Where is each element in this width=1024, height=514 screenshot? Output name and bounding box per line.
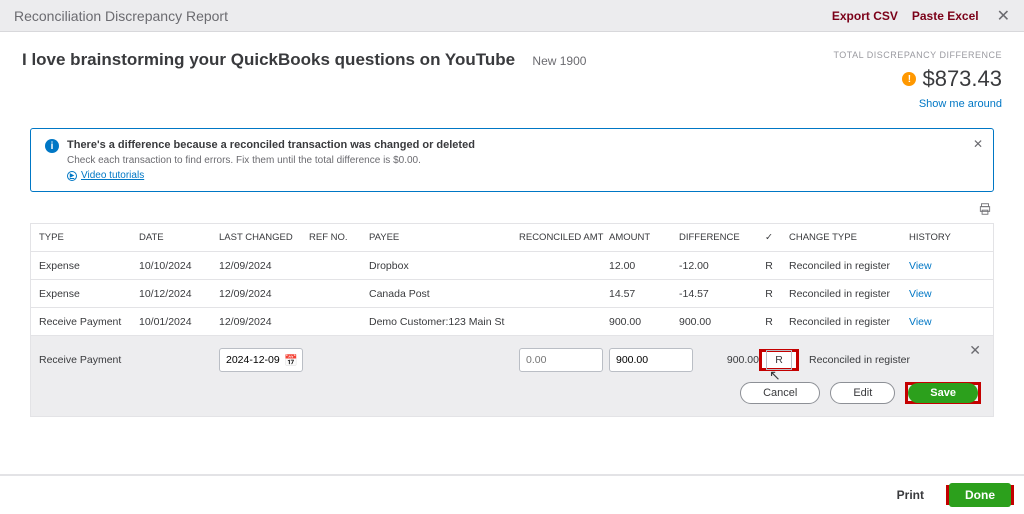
edit-diff: 900.00 [699,354,759,366]
print-icon[interactable] [978,202,992,219]
cancel-button[interactable]: Cancel [740,382,820,404]
edit-change-type: Reconciled in register [809,354,929,366]
done-button[interactable]: Done [949,483,1011,507]
play-icon: ▶ [67,171,77,181]
inline-close-icon[interactable]: ✕ [969,342,981,359]
export-csv-link[interactable]: Export CSV [832,9,898,23]
edit-button[interactable]: Edit [830,382,895,404]
header-total: TOTAL DISCREPANCY DIFFERENCE ! $873.43 S… [833,50,1002,110]
total-caption: TOTAL DISCREPANCY DIFFERENCE [833,50,1002,60]
col-payee: PAYEE [369,232,519,243]
table-toolbar [0,202,1024,223]
total-amount: $873.43 [922,66,1002,92]
topbar: Reconciliation Discrepancy Report Export… [0,0,1024,32]
col-ref: REF NO. [309,232,369,243]
col-last: LAST CHANGED [219,232,309,243]
col-date: DATE [139,232,219,243]
headline: I love brainstorming your QuickBooks que… [22,50,515,69]
date-input[interactable]: 📅 [219,348,303,372]
header: I love brainstorming your QuickBooks que… [0,32,1024,110]
col-ctype: CHANGE TYPE [789,232,909,243]
amount-input[interactable] [609,348,693,372]
cursor-icon: ↖ [769,367,781,384]
info-icon: i [45,139,59,153]
alert-title: There's a difference because a reconcile… [67,139,475,151]
headline-sub: New 1900 [532,54,586,68]
col-amt: AMOUNT [609,232,679,243]
table-row[interactable]: Receive Payment 10/01/2024 12/09/2024 De… [31,308,993,336]
view-link[interactable]: View [909,260,932,272]
col-type: TYPE [39,232,139,243]
col-hist: HISTORY [909,232,959,243]
date-field[interactable] [226,354,284,366]
table-row[interactable]: Expense 10/10/2024 12/09/2024 Dropbox 12… [31,252,993,280]
paste-excel-link[interactable]: Paste Excel [912,9,979,23]
table-row[interactable]: Expense 10/12/2024 12/09/2024 Canada Pos… [31,280,993,308]
discrepancy-alert: i There's a difference because a reconci… [30,128,994,192]
page-title: Reconciliation Discrepancy Report [14,8,228,24]
edit-type: Receive Payment [39,354,139,366]
table-header-row: TYPE DATE LAST CHANGED REF NO. PAYEE REC… [31,224,993,252]
alert-close-icon[interactable]: ✕ [973,137,983,151]
alert-sub: Check each transaction to find errors. F… [67,155,475,166]
close-icon[interactable]: ✕ [997,6,1010,26]
discrepancy-table: TYPE DATE LAST CHANGED REF NO. PAYEE REC… [30,223,994,336]
col-diff: DIFFERENCE [679,232,749,243]
view-link[interactable]: View [909,316,932,328]
show-me-around-link[interactable]: Show me around [833,98,1002,110]
view-link[interactable]: View [909,288,932,300]
video-tutorials-link[interactable]: ▶ Video tutorials [67,170,144,181]
col-recon: RECONCILED AMT [519,232,609,243]
col-check: ✓ [749,232,789,243]
footer: Print Done [0,474,1024,514]
warning-icon: ! [902,72,916,86]
save-button-highlight: Save [905,382,981,404]
reconciled-amt-input[interactable] [519,348,603,372]
inline-edit-row: ✕ Receive Payment 📅 900.00 R ↖ Reconcile… [30,336,994,417]
done-button-highlight: Done [946,485,1014,505]
calendar-icon[interactable]: 📅 [284,354,298,367]
save-button[interactable]: Save [908,383,978,403]
footer-print-button[interactable]: Print [897,488,924,502]
